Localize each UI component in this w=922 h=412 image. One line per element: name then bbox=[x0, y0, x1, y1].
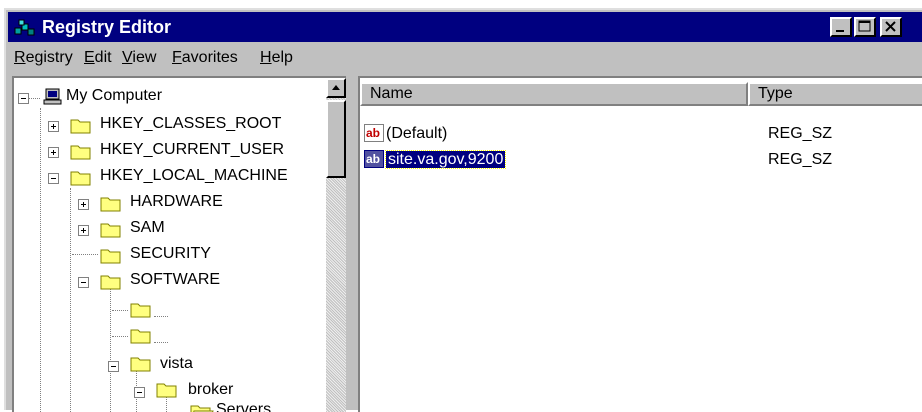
scroll-thumb[interactable] bbox=[326, 100, 346, 178]
maximize-button[interactable] bbox=[854, 17, 876, 37]
folder-icon bbox=[156, 383, 177, 398]
key-tree-pane[interactable]: My Computer HKEY_CLASSES_ROOT HKEY_CURRE… bbox=[12, 76, 346, 412]
tree-node-hkey-classes-root[interactable]: HKEY_CLASSES_ROOT bbox=[100, 114, 281, 134]
tree-line bbox=[72, 254, 98, 256]
value-type: REG_SZ bbox=[768, 151, 833, 168]
tree-line bbox=[70, 188, 72, 412]
tree-vertical-scrollbar[interactable] bbox=[326, 78, 346, 412]
tree-node-software[interactable]: SOFTWARE bbox=[130, 270, 220, 290]
tree-toggle-expand[interactable] bbox=[78, 199, 89, 210]
tree-node-security[interactable]: SECURITY bbox=[130, 244, 211, 264]
svg-text:ab: ab bbox=[366, 152, 380, 166]
menu-favorites[interactable]: Favorites bbox=[172, 48, 238, 68]
tree-node-servers[interactable]: Servers bbox=[216, 400, 271, 412]
computer-icon bbox=[43, 88, 62, 105]
tree-line bbox=[28, 98, 40, 100]
tree-toggle-expand[interactable] bbox=[48, 121, 59, 132]
tree-node-hardware[interactable]: HARDWARE bbox=[130, 192, 223, 212]
open-folder-icon bbox=[190, 405, 214, 412]
tree-toggle-expand[interactable] bbox=[48, 147, 59, 158]
tree-node-hkey-current-user[interactable]: HKEY_CURRENT_USER bbox=[100, 140, 284, 160]
folder-icon bbox=[70, 145, 91, 160]
tree-line bbox=[112, 336, 128, 338]
folder-icon bbox=[70, 119, 91, 134]
string-value-icon: ab bbox=[364, 124, 384, 142]
scroll-up-button[interactable] bbox=[326, 78, 346, 98]
column-header-name[interactable]: Name bbox=[360, 82, 748, 106]
tree-node-broker[interactable]: broker bbox=[188, 380, 233, 400]
tree-toggle-collapse[interactable] bbox=[134, 387, 145, 398]
scroll-up-arrow-icon bbox=[332, 85, 340, 90]
folder-icon bbox=[100, 249, 121, 264]
minimize-icon bbox=[836, 30, 844, 32]
close-button[interactable] bbox=[880, 17, 902, 37]
maximize-icon bbox=[858, 20, 871, 32]
svg-text:ab: ab bbox=[366, 126, 380, 140]
value-row-selected[interactable]: site.va.gov,9200 bbox=[384, 150, 507, 170]
tree-line bbox=[40, 108, 42, 412]
tree-node-hkey-local-machine[interactable]: HKEY_LOCAL_MACHINE bbox=[100, 166, 288, 186]
values-pane[interactable]: Name Type ab (Default) REG_SZ ab site.va… bbox=[358, 76, 922, 412]
menu-help[interactable]: Help bbox=[260, 48, 293, 68]
tree-node-sam[interactable]: SAM bbox=[130, 218, 165, 238]
folder-icon bbox=[100, 275, 121, 290]
tree-line bbox=[112, 310, 128, 312]
tree-line bbox=[110, 288, 112, 412]
folder-icon bbox=[70, 171, 91, 186]
column-header-type[interactable]: Type bbox=[748, 82, 922, 106]
value-type: REG_SZ bbox=[768, 125, 833, 142]
tree-toggle-collapse[interactable] bbox=[18, 93, 29, 104]
folder-icon bbox=[130, 329, 151, 344]
string-value-icon: ab bbox=[364, 150, 384, 168]
tree-node-vista[interactable]: vista bbox=[160, 354, 193, 374]
menu-edit[interactable]: Edit bbox=[84, 48, 112, 68]
close-icon bbox=[885, 21, 896, 32]
folder-icon bbox=[100, 223, 121, 238]
folder-icon bbox=[130, 303, 151, 318]
window-title: Registry Editor bbox=[42, 17, 172, 37]
tree-line bbox=[154, 316, 168, 318]
menu-view[interactable]: View bbox=[122, 48, 156, 68]
menu-bar: Registry Edit View Favorites Help bbox=[8, 44, 922, 72]
tree-line bbox=[154, 342, 168, 344]
minimize-button[interactable] bbox=[830, 17, 852, 37]
tree-toggle-expand[interactable] bbox=[78, 225, 89, 236]
folder-icon bbox=[100, 197, 121, 212]
tree-toggle-collapse[interactable] bbox=[48, 173, 59, 184]
tree-toggle-collapse[interactable] bbox=[78, 277, 89, 288]
value-row-default[interactable]: (Default) bbox=[386, 124, 447, 144]
tree-node-my-computer[interactable]: My Computer bbox=[66, 86, 162, 106]
menu-registry[interactable]: Registry bbox=[14, 48, 73, 68]
title-bar[interactable]: Registry Editor bbox=[8, 12, 922, 42]
tree-toggle-collapse[interactable] bbox=[108, 361, 119, 372]
folder-icon bbox=[130, 357, 151, 372]
registry-editor-icon bbox=[14, 19, 35, 36]
registry-editor-window: Registry Editor Registry Edit View Favor… bbox=[4, 8, 922, 412]
